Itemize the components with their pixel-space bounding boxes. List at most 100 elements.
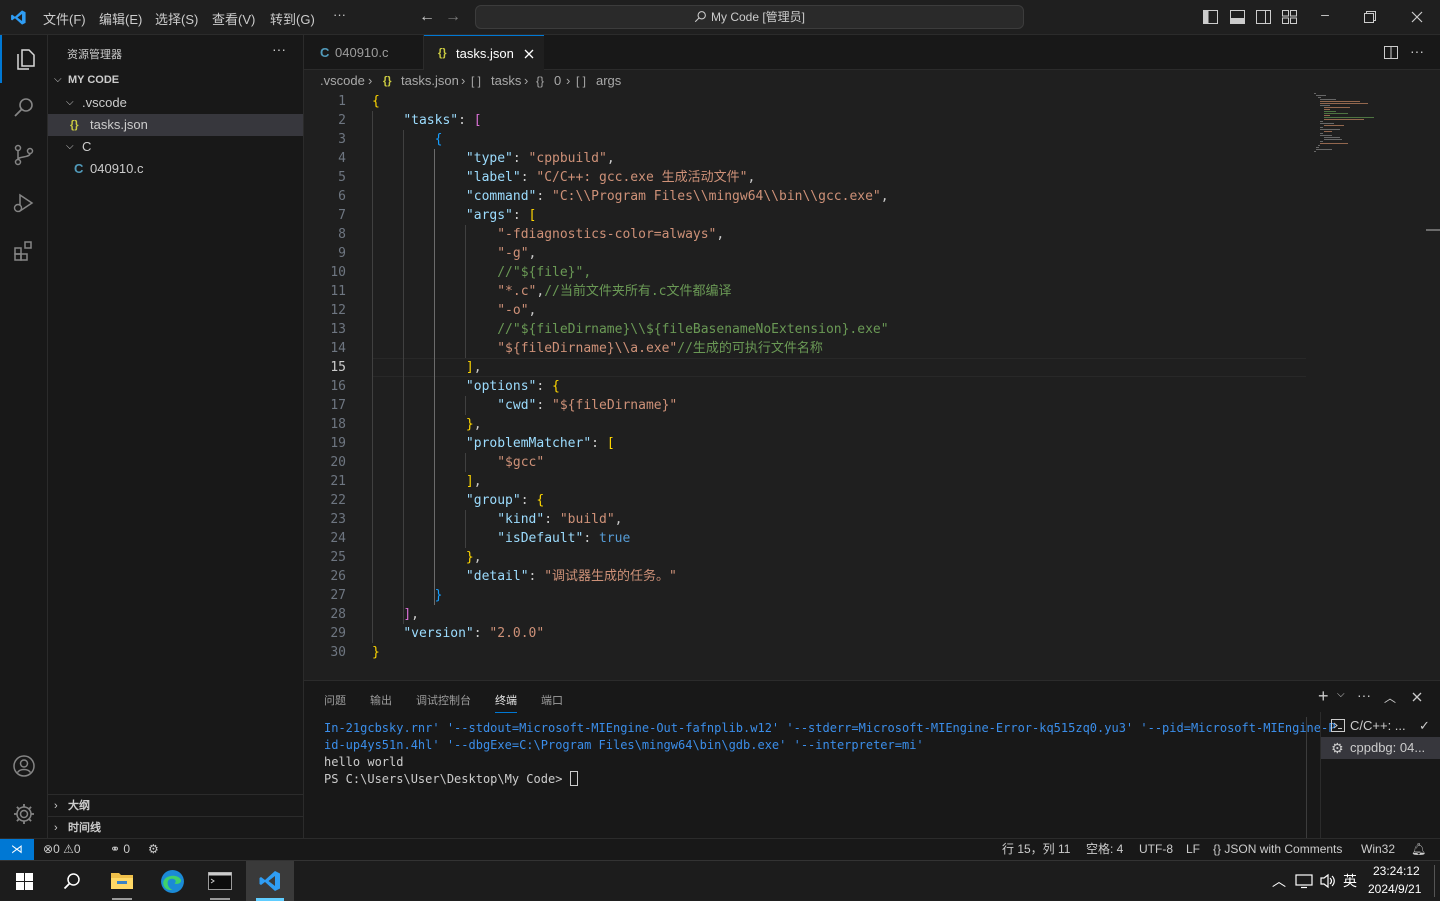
terminal-list-item[interactable]: C/C++: ... ✓ bbox=[1321, 715, 1440, 737]
file-040910-c[interactable]: C 040910.c bbox=[48, 158, 303, 180]
line-number: 18 bbox=[330, 417, 346, 432]
panel-tab-terminal[interactable]: 终端 bbox=[495, 692, 517, 713]
indent-guide bbox=[465, 510, 466, 548]
terminal-scrollbar[interactable] bbox=[1306, 717, 1307, 839]
line-number: 12 bbox=[330, 303, 346, 318]
menu-more[interactable]: ··· bbox=[333, 7, 346, 22]
show-hidden-icons[interactable]: ︿ bbox=[1272, 871, 1286, 891]
code-token: "C/C++: gcc.exe 生成活动文件" bbox=[536, 170, 748, 185]
code-token: "${fileDirname}\\a.exe" bbox=[497, 341, 678, 356]
ime-indicator[interactable]: 英 bbox=[1343, 871, 1357, 891]
outline-section[interactable]: › 大纲 bbox=[48, 794, 303, 816]
account-icon bbox=[13, 755, 35, 777]
extensions-activity[interactable] bbox=[0, 227, 48, 275]
breadcrumb-args[interactable]: args bbox=[596, 70, 621, 92]
new-terminal-icon[interactable]: + bbox=[1318, 686, 1329, 707]
terminal-list-item-active[interactable]: ⚙ cppdbg: 04... bbox=[1321, 737, 1440, 759]
taskbar-vscode[interactable] bbox=[246, 861, 294, 901]
problems-status[interactable]: ⊗0 ⚠0 bbox=[43, 839, 81, 860]
start-button[interactable] bbox=[0, 861, 48, 901]
command-center-search[interactable]: My Code [管理员] bbox=[475, 5, 1024, 29]
clock-date[interactable]: 2024/9/21 bbox=[1368, 882, 1421, 896]
menu-view[interactable]: 查看(V) bbox=[212, 9, 255, 28]
explorer-activity[interactable] bbox=[0, 35, 48, 83]
menu-file[interactable]: 文件(F) bbox=[43, 9, 86, 28]
editor-more-actions[interactable]: ··· bbox=[1410, 43, 1424, 59]
code-token: "build" bbox=[559, 512, 615, 527]
panel-tab-problems[interactable]: 问题 bbox=[324, 692, 346, 708]
debug-launch-icon[interactable]: ⚙ bbox=[148, 839, 159, 860]
end-of-line[interactable]: LF bbox=[1186, 839, 1200, 860]
remote-icon: ⋊ bbox=[11, 842, 23, 856]
manage-activity[interactable] bbox=[0, 790, 48, 838]
file-tasks-json[interactable]: {} tasks.json bbox=[48, 114, 303, 136]
close-panel-icon[interactable] bbox=[1412, 692, 1422, 702]
menu-edit[interactable]: 编辑(E) bbox=[99, 9, 142, 28]
network-icon[interactable] bbox=[1295, 873, 1313, 889]
timeline-section[interactable]: › 时间线 bbox=[48, 816, 303, 838]
code-token: "cppbuild" bbox=[528, 151, 607, 166]
tab-tasks-json[interactable]: {} tasks.json bbox=[424, 35, 544, 71]
indentation[interactable]: 空格: 4 bbox=[1086, 839, 1123, 860]
search-activity[interactable] bbox=[0, 83, 48, 131]
close-window-icon[interactable] bbox=[1411, 11, 1423, 23]
breadcrumb-index[interactable]: 0 bbox=[554, 70, 561, 92]
panel-tab-debug-console[interactable]: 调试控制台 bbox=[416, 692, 471, 708]
breadcrumb-file[interactable]: tasks.json bbox=[401, 70, 459, 92]
menu-selection[interactable]: 选择(S) bbox=[155, 9, 198, 28]
code-token: "detail" bbox=[465, 569, 529, 584]
volume-icon[interactable] bbox=[1319, 873, 1337, 889]
folder-vscode[interactable]: ⌵ .vscode bbox=[48, 92, 303, 114]
taskbar-search-button[interactable] bbox=[48, 861, 96, 901]
chevron-down-icon[interactable]: ⌵ bbox=[1337, 689, 1345, 700]
panel-tab-output[interactable]: 输出 bbox=[370, 692, 392, 708]
toggle-sidebar-icon[interactable] bbox=[1203, 10, 1218, 24]
taskbar-terminal[interactable] bbox=[196, 861, 244, 901]
restore-icon[interactable] bbox=[1364, 11, 1376, 23]
minimize-icon[interactable]: – bbox=[1317, 6, 1333, 22]
customize-layout-icon[interactable] bbox=[1282, 10, 1297, 24]
tab-040910-c[interactable]: C 040910.c bbox=[304, 35, 424, 70]
language-mode[interactable]: {} JSON with Comments bbox=[1213, 839, 1342, 860]
source-control-activity[interactable] bbox=[0, 131, 48, 179]
toggle-secondary-sidebar-icon[interactable] bbox=[1256, 10, 1271, 24]
line-number: 1 bbox=[338, 94, 346, 109]
clock-time[interactable]: 23:24:12 bbox=[1373, 864, 1420, 878]
line-number: 2 bbox=[338, 113, 346, 128]
maximize-panel-icon[interactable]: ︿ bbox=[1384, 689, 1396, 706]
menu-go[interactable]: 转到(G) bbox=[270, 9, 315, 28]
split-editor-icon[interactable] bbox=[1384, 46, 1398, 59]
run-debug-activity[interactable] bbox=[0, 179, 48, 227]
bell-icon[interactable]: 🔔︎ bbox=[1411, 839, 1426, 860]
folder-c[interactable]: ⌵ C bbox=[48, 136, 303, 158]
close-tab-icon[interactable] bbox=[524, 49, 534, 59]
folder-label: .vscode bbox=[82, 95, 127, 110]
code-line: "problemMatcher": [ bbox=[372, 434, 615, 453]
remote-indicator[interactable]: ⋊ bbox=[0, 839, 34, 860]
minimap[interactable] bbox=[1312, 92, 1422, 154]
forward-arrow-icon[interactable]: → bbox=[445, 9, 461, 25]
explorer-more-actions[interactable]: ··· bbox=[272, 41, 286, 57]
breadcrumb-tasks[interactable]: tasks bbox=[491, 70, 521, 92]
accounts-activity[interactable] bbox=[0, 742, 48, 790]
panel-tab-ports[interactable]: 端口 bbox=[541, 692, 563, 708]
toggle-panel-icon[interactable] bbox=[1230, 10, 1245, 24]
code-editor[interactable]: 1 2 3 4 5 6 7 8 9 10 11 12 13 14 15 16 17 18 19 20 21 22 23 24 2… bbox=[304, 92, 1440, 680]
breadcrumb-folder[interactable]: .vscode bbox=[320, 70, 365, 92]
platform[interactable]: Win32 bbox=[1361, 839, 1395, 860]
taskbar-edge[interactable] bbox=[148, 861, 196, 901]
back-arrow-icon[interactable]: ← bbox=[419, 9, 435, 25]
ports-status[interactable]: ⚭ 0 bbox=[110, 839, 130, 860]
workspace-root[interactable]: ⌵ MY CODE bbox=[48, 69, 303, 91]
code-line: "${fileDirname}\\a.exe"//生成的可执行文件名称 bbox=[372, 339, 823, 358]
show-desktop-button[interactable] bbox=[1434, 865, 1435, 897]
panel-more-actions[interactable]: ··· bbox=[1357, 687, 1371, 703]
taskbar-file-explorer[interactable] bbox=[98, 861, 146, 901]
encoding[interactable]: UTF-8 bbox=[1139, 839, 1173, 860]
line-number: 8 bbox=[338, 227, 346, 242]
cursor-position[interactable]: 行 15，列 11 bbox=[1002, 839, 1070, 860]
terminal-prompt[interactable]: PS C:\Users\User\Desktop\My Code> bbox=[324, 771, 578, 788]
